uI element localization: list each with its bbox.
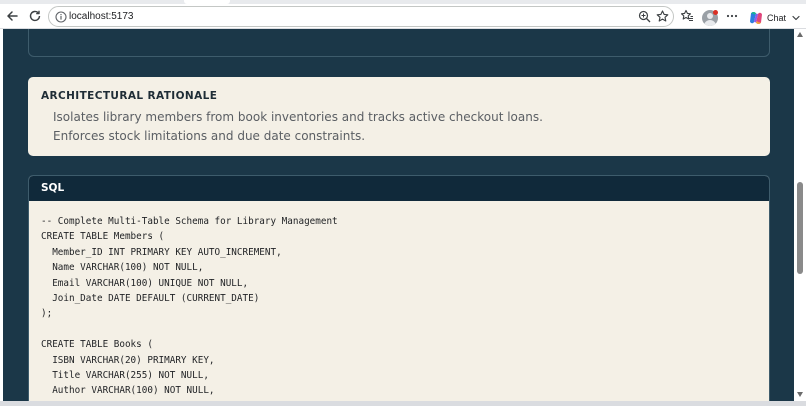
favorites-icon[interactable] <box>678 7 696 25</box>
code-line: Join_Date DATE DEFAULT (CURRENT_DATE) <box>41 292 260 304</box>
sql-header: SQL <box>29 176 769 201</box>
scroll-down-icon[interactable] <box>797 391 803 397</box>
star-icon[interactable] <box>655 9 670 24</box>
code-line: Name VARCHAR(100) NOT NULL, <box>41 262 204 274</box>
page-scrollbar[interactable] <box>794 29 806 401</box>
info-icon[interactable] <box>54 10 67 23</box>
rationale-card: ARCHITECTURAL RATIONALE Isolates library… <box>28 77 770 156</box>
code-line: Member_ID INT PRIMARY KEY AUTO_INCREMENT… <box>41 246 282 258</box>
page-background: ARCHITECTURAL RATIONALE Isolates library… <box>3 29 794 401</box>
zoom-icon[interactable] <box>637 9 652 24</box>
sql-card: SQL -- Complete Multi-Table Schema for L… <box>28 175 770 401</box>
scrollbar-thumb[interactable] <box>797 182 803 274</box>
sql-code-block[interactable]: -- Complete Multi-Table Schema for Libra… <box>41 214 338 399</box>
code-line: CREATE TABLE Members ( <box>41 231 165 243</box>
window-bottom-edge <box>0 401 806 406</box>
previous-card <box>28 29 770 57</box>
notification-dot <box>713 10 718 15</box>
address-bar[interactable]: localhost:5173 <box>48 6 674 27</box>
more-icon[interactable] <box>723 7 741 25</box>
code-line: CREATE TABLE Books ( <box>41 339 153 351</box>
reload-icon[interactable] <box>26 7 44 25</box>
code-line: -- Complete Multi-Table Schema for Libra… <box>41 216 338 227</box>
code-line: Email VARCHAR(100) UNIQUE NOT NULL, <box>41 277 249 289</box>
url-text[interactable]: localhost:5173 <box>69 10 134 23</box>
code-line: Title VARCHAR(255) NOT NULL, <box>41 369 209 381</box>
browser-toolbar: localhost:5173 Chat <box>0 4 806 29</box>
code-line: ISBN VARCHAR(20) PRIMARY KEY, <box>41 354 215 366</box>
rationale-title: ARCHITECTURAL RATIONALE <box>41 90 218 102</box>
code-line: Author VARCHAR(100) NOT NULL, <box>41 385 215 397</box>
rationale-line: Enforces stock limitations and due date … <box>53 129 366 143</box>
chevron-down-icon[interactable] <box>790 12 802 24</box>
copilot-icon[interactable] <box>748 10 764 26</box>
scroll-up-icon[interactable] <box>797 31 803 37</box>
code-line: ); <box>41 308 53 320</box>
back-icon[interactable] <box>3 7 21 25</box>
chat-label[interactable]: Chat <box>767 13 786 24</box>
page-viewport: ARCHITECTURAL RATIONALE Isolates library… <box>0 29 806 406</box>
rationale-line: Isolates library members from book inven… <box>53 110 543 124</box>
sql-title: SQL <box>41 182 65 194</box>
